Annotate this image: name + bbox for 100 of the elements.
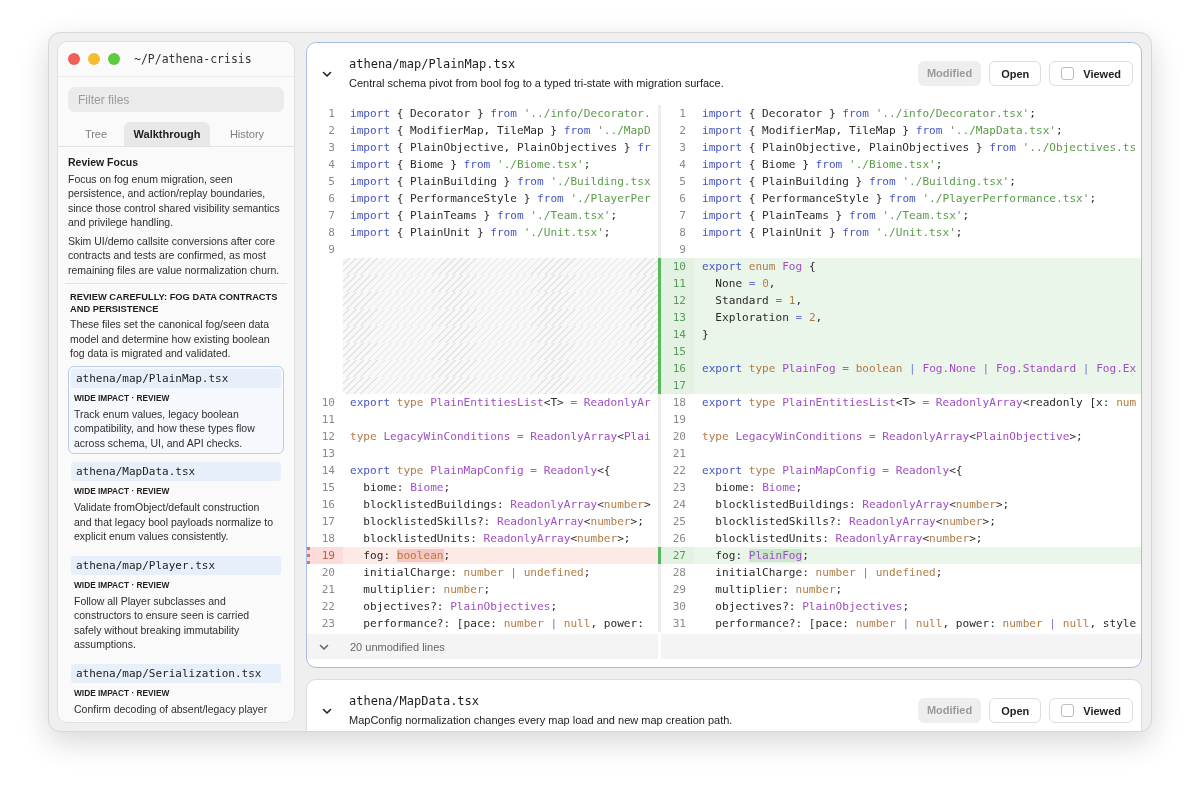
- code-line: objectives?: PlainObjectives;: [714, 599, 911, 615]
- impact-label: WIDE IMPACT · REVIEW: [74, 687, 171, 699]
- code-line: export type PlainEntitiesList<T> = ReadonlyAr: [349, 395, 652, 411]
- line-number: 2: [658, 122, 694, 139]
- line-number: 22: [658, 462, 694, 479]
- line-number: 17: [658, 377, 694, 394]
- line-number: 18: [658, 394, 694, 411]
- checkbox-icon[interactable]: [1061, 67, 1075, 80]
- file-description: MapConfig normalization changes every map load and new map creation path.: [349, 713, 733, 728]
- code-line: blocklistedSkills?: ReadonlyArray<number>;: [362, 514, 645, 530]
- window-title: ~/P/athena-crisis: [134, 52, 252, 66]
- sidebar-tab[interactable]: History: [210, 122, 284, 146]
- line-number: 10: [320, 395, 336, 411]
- code-line: multiplier: number;: [362, 582, 492, 598]
- line-number: 2: [327, 123, 336, 139]
- close-button[interactable]: [68, 53, 80, 65]
- line-number: 1: [658, 105, 694, 122]
- code-line: import { Biome } from './Biome.tsx';: [349, 157, 592, 173]
- file-item[interactable]: athena/map/Player.tsx WIDE IMPACT · REVIEW Follow all Player subclasses and constructors to ensure seen is carried safely without breaking immutability assumptions.: [68, 552, 284, 656]
- line-number: 20: [320, 565, 336, 581]
- code-line: type LegacyWinConditions = ReadonlyArray<PlainObjective>;: [701, 429, 1084, 445]
- line-number: 15: [658, 343, 694, 360]
- code-line: objectives?: PlainObjectives;: [362, 599, 559, 615]
- code-line: import { PerformanceStyle } from './PlayerPerformance.tsx';: [701, 191, 1098, 207]
- file-item[interactable]: athena/MapData.tsx WIDE IMPACT · REVIEW Validate fromObject/default construction and that legacy bool payloads normalize to explicit enum values consistently.: [68, 459, 284, 548]
- line-number: 4: [327, 157, 336, 173]
- section-heading: Review Focus: [68, 155, 140, 170]
- code-line: import { PerformanceStyle } from './PlayerPer: [349, 191, 652, 207]
- line-number: 16: [658, 360, 694, 377]
- open-button[interactable]: Open: [989, 61, 1042, 86]
- status-badge: Modified: [917, 61, 982, 86]
- code-line: import { PlainBuilding } from './Building.tsx: [349, 174, 652, 190]
- line-number: 17: [320, 514, 336, 530]
- code-line: import { PlainUnit } from './Unit.tsx';: [349, 225, 612, 241]
- line-number: 24: [658, 496, 694, 513]
- line-number: 19: [658, 411, 694, 428]
- expand-lines-button[interactable]: 20 unmodified lines: [307, 634, 1141, 659]
- line-number: 8: [658, 224, 694, 241]
- line-number: 10: [658, 258, 694, 275]
- line-number: 6: [327, 191, 336, 207]
- sidebar-tab[interactable]: Tree: [68, 122, 124, 146]
- viewed-checkbox[interactable]: Viewed: [1049, 698, 1133, 723]
- file-description: Central schema pivot from bool fog to a typed tri-state with migration surface.: [349, 76, 724, 91]
- file-item[interactable]: athena/map/PlainMap.tsx WIDE IMPACT · REVIEW Track enum values, legacy boolean compatibility, and how these types flow across schema, UI, and API checks.: [68, 365, 284, 454]
- section-description: These files set the canonical fog/seen data model and determine how existing boolean fog data is migrated and validated.: [69, 317, 271, 361]
- line-number: 27: [658, 547, 694, 564]
- line-number: 4: [658, 156, 694, 173]
- code-line: import { Decorator } from '../info/Decorator.tsx';: [701, 106, 1037, 122]
- code-line: multiplier: number;: [714, 582, 844, 598]
- line-number: 23: [320, 616, 336, 632]
- code-line: import { PlainObjective, PlainObjectives } from '../Objectives.ts: [701, 140, 1138, 156]
- line-number: 7: [658, 207, 694, 224]
- code-line: import { PlainObjective, PlainObjectives } fr: [349, 140, 652, 156]
- line-number: 18: [320, 531, 336, 547]
- code-line: export type PlainEntitiesList<T> = ReadonlyArray<readonly [x: num: [701, 395, 1138, 411]
- line-number: 16: [320, 497, 336, 513]
- code-line: blocklistedUnits: ReadonlyArray<number>;: [362, 531, 632, 547]
- file-path: athena/map/Serialization.tsx: [71, 663, 281, 683]
- line-number: 3: [327, 140, 336, 156]
- line-number: 22: [320, 599, 336, 615]
- code-line: type LegacyWinConditions = ReadonlyArray<Plai: [349, 429, 652, 445]
- code-line: performance?: [pace: number | null, power:: [362, 616, 645, 632]
- minimize-button[interactable]: [88, 53, 100, 65]
- line-number: 3: [658, 139, 694, 156]
- line-number: 11: [320, 412, 336, 428]
- code-line: import { Biome } from './Biome.tsx';: [701, 157, 944, 173]
- file-item[interactable]: athena/map/Serialization.tsx WIDE IMPACT · REVIEW Confirm decoding of absent/legacy player: [68, 660, 284, 720]
- focus-text: Skim UI/demo callsite conversions after core contracts and tests are confirmed, as most remaining files are value normalization churn.: [68, 233, 281, 277]
- open-button[interactable]: Open: [989, 698, 1042, 723]
- line-number: 11: [658, 275, 694, 292]
- code-line: blocklistedBuildings: ReadonlyArray<number>;: [714, 497, 1011, 513]
- code-line: export type PlainMapConfig = Readonly<{: [701, 463, 964, 479]
- code-line: import { ModifierMap, TileMap } from '../MapData.tsx';: [701, 123, 1064, 139]
- sidebar-tab[interactable]: Walkthrough: [124, 122, 210, 146]
- focus-text: Focus on fog enum migration, seen persistence, and action/replay boundaries, since those control shared visibility semantics and privilege handling.: [68, 171, 281, 230]
- line-number: 20: [658, 428, 694, 445]
- code-line: import { PlainTeams } from './Team.tsx';: [349, 208, 619, 224]
- line-number: 25: [658, 513, 694, 530]
- line-number: 8: [327, 225, 336, 241]
- line-number: 21: [658, 445, 694, 462]
- line-number: 1: [327, 106, 336, 122]
- code-line: performance?: [pace: number | null, power: number | null, style: [714, 616, 1138, 632]
- impact-label: WIDE IMPACT · REVIEW: [74, 392, 171, 404]
- code-line: initialCharge: number | undefined;: [362, 565, 592, 581]
- zoom-button[interactable]: [108, 53, 120, 65]
- code-line: blocklistedUnits: ReadonlyArray<number>;: [714, 531, 984, 547]
- file-path: athena/MapData.tsx: [349, 693, 481, 710]
- checkbox-icon[interactable]: [1061, 704, 1075, 717]
- code-line: blocklistedSkills?: ReadonlyArray<number>;: [714, 514, 997, 530]
- code-line: import { PlainTeams } from './Team.tsx';: [701, 208, 971, 224]
- line-number: 13: [320, 446, 336, 462]
- line-number: 13: [658, 309, 694, 326]
- line-number: 28: [658, 564, 694, 581]
- file-path: athena/map/Player.tsx: [71, 555, 281, 575]
- viewed-checkbox[interactable]: Viewed: [1049, 61, 1133, 86]
- filter-field[interactable]: Filter files: [68, 87, 284, 112]
- status-badge: Modified: [917, 698, 982, 723]
- code-line: biome: Biome;: [362, 480, 452, 496]
- code-line: import { ModifierMap, TileMap } from '../MapD: [349, 123, 652, 139]
- line-number: 7: [327, 208, 336, 224]
